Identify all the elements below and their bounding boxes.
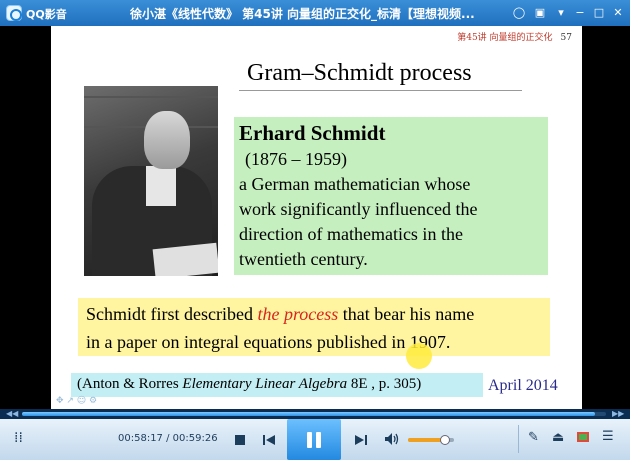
- eject-icon[interactable]: ⏏: [552, 430, 564, 445]
- mouse-highlight-dot: [406, 343, 432, 369]
- qq-player-logo-icon[interactable]: [6, 5, 22, 21]
- process-line-2: in a paper on integral equations publish…: [86, 332, 451, 352]
- person-years: (1876 – 1959): [245, 149, 347, 169]
- person-name: Erhard Schmidt: [239, 121, 386, 145]
- process-text: that bear his name: [338, 304, 475, 324]
- description-line: direction of mathematics in the: [239, 224, 463, 244]
- volume-icon[interactable]: [384, 431, 400, 445]
- description-line: a German mathematician whose: [239, 174, 471, 194]
- slide-date: April 2014: [488, 377, 558, 394]
- seek-bar[interactable]: ◀◀ ▶▶: [0, 409, 630, 419]
- process-line-1: Schmidt first described the process that…: [86, 300, 550, 328]
- title-underline: [239, 90, 522, 91]
- citation-text: (Anton & Rorres: [77, 376, 183, 392]
- person-description: a German mathematician whose work signif…: [239, 172, 548, 272]
- video-frame-slide[interactable]: 第45讲 向量组的正交化 57 Gram–Schmidt process Erha…: [51, 26, 582, 409]
- slide-title: Gram–Schmidt process: [247, 60, 472, 86]
- skin-icon[interactable]: ▣: [531, 4, 549, 22]
- seek-track[interactable]: [22, 412, 606, 416]
- slide-header-text: 第45讲 向量组的正交化: [457, 33, 553, 43]
- divider: [518, 425, 519, 453]
- playlist-icon[interactable]: ☰: [602, 429, 614, 444]
- window-title: 徐小湛《线性代数》 第45讲 向量组的正交化_标清【理想视频...: [130, 7, 475, 21]
- screenshot-icon[interactable]: [576, 429, 590, 443]
- title-bar: QQ影音 徐小湛《线性代数》 第45讲 向量组的正交化_标清【理想视频... ◯…: [0, 0, 630, 26]
- menu-icon[interactable]: ▾: [552, 4, 570, 22]
- close-icon[interactable]: ✕: [609, 4, 627, 22]
- citation-text: 8E , p. 305): [347, 376, 422, 392]
- process-emphasis: the process: [257, 304, 339, 324]
- description-line: work significantly influenced the: [239, 199, 478, 219]
- seek-forward-icon[interactable]: ▶▶: [612, 409, 624, 418]
- slide-page-number: 57: [560, 33, 572, 43]
- description-line: twentieth century.: [239, 249, 368, 269]
- pause-button[interactable]: [287, 419, 341, 460]
- stop-icon[interactable]: [233, 431, 247, 445]
- toolbox-icon[interactable]: ✎: [528, 430, 539, 445]
- slide-header: 第45讲 向量组的正交化 57: [457, 30, 572, 43]
- control-bar: ⁞⁞ 00:58:17 / 00:59:26 ✎ ⏏ ☰: [0, 419, 630, 460]
- citation-book-title: Elementary Linear Algebra: [182, 376, 348, 392]
- process-note-box: Schmidt first described the process that…: [78, 298, 550, 356]
- volume-slider[interactable]: [408, 435, 454, 445]
- minimize-icon[interactable]: −: [571, 4, 589, 22]
- pause-icon: [307, 432, 312, 448]
- footprints-icon[interactable]: ⁞⁞: [14, 430, 23, 446]
- next-icon[interactable]: [354, 431, 368, 445]
- chat-icon[interactable]: ◯: [510, 4, 528, 22]
- watermark-icon: ✥ ↗ ☺ ⚙: [56, 396, 98, 406]
- pause-icon-bar: [316, 432, 321, 448]
- citation-box: (Anton & Rorres Elementary Linear Algebr…: [71, 373, 483, 397]
- biography-box: Erhard Schmidt (1876 – 1959) a German ma…: [234, 117, 548, 275]
- maximize-icon[interactable]: □: [590, 4, 608, 22]
- erhard-schmidt-portrait: [84, 86, 218, 276]
- previous-icon[interactable]: [262, 431, 276, 445]
- seek-back-icon[interactable]: ◀◀: [6, 409, 18, 418]
- volume-knob[interactable]: [439, 435, 450, 445]
- process-text: Schmidt first described: [86, 304, 258, 324]
- seek-progress: [22, 412, 595, 416]
- time-display: 00:58:17 / 00:59:26: [118, 433, 218, 444]
- app-name[interactable]: QQ影音: [26, 6, 67, 22]
